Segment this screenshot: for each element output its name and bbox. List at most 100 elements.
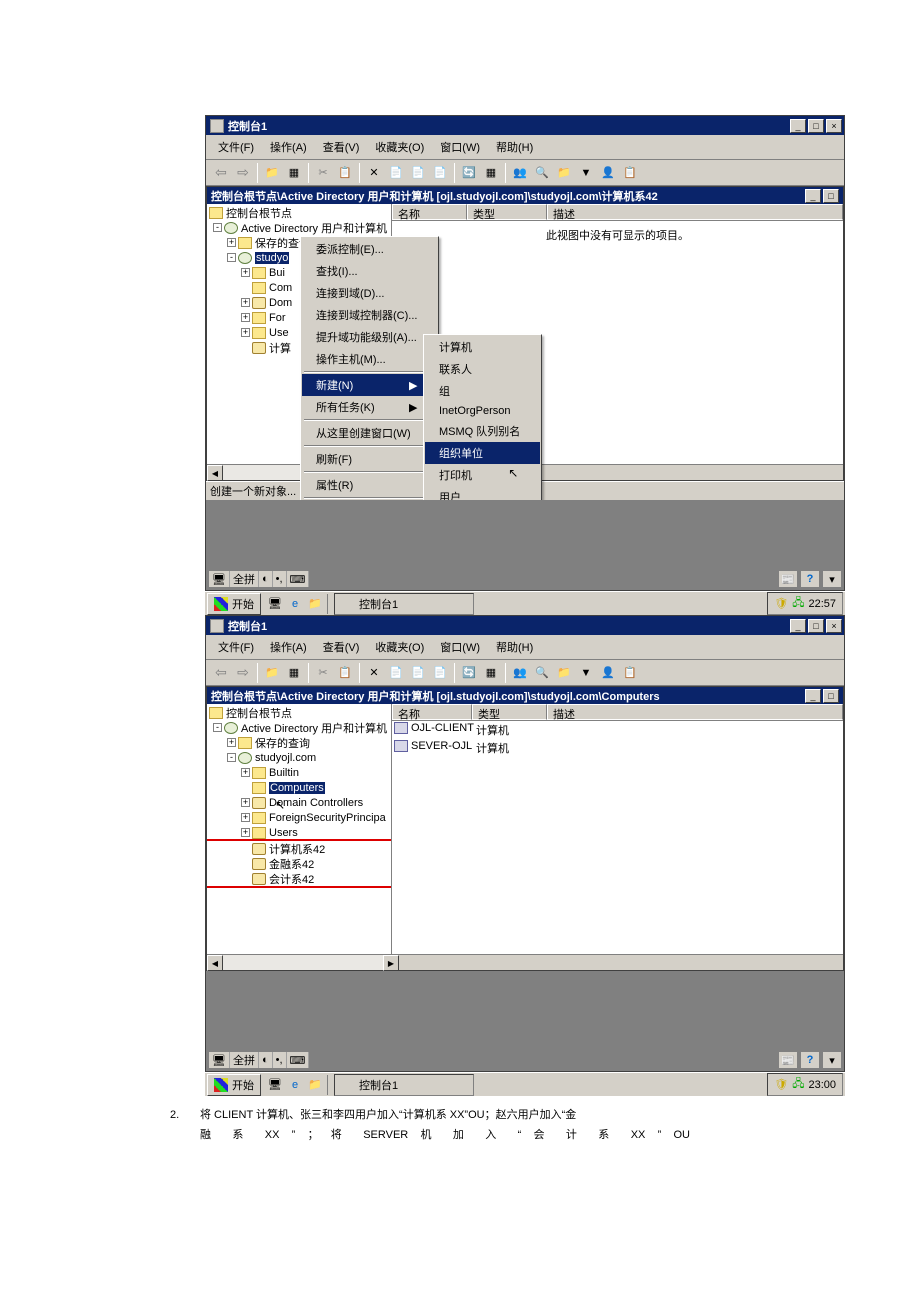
ime-half-icon[interactable]: ◐	[259, 1052, 273, 1068]
tree-ou3[interactable]: 会计系42	[269, 871, 314, 887]
task-button[interactable]: 控制台1	[334, 1074, 474, 1096]
tray-shield-icon[interactable]: 🛡	[774, 597, 788, 610]
list-pane[interactable]: 名称 类型 描述 OJL-CLIENT计算机 SEVER-OJL计算机	[392, 704, 843, 954]
tool-e[interactable]: 👤	[597, 162, 619, 184]
collapse-icon[interactable]: -	[213, 723, 222, 732]
expand-icon[interactable]: +	[227, 738, 236, 747]
forward-button[interactable]: ⇨	[232, 162, 254, 184]
ime-toolbar[interactable]: 🖥 全拼 ◐ •, ⌨	[208, 570, 310, 588]
tree-root[interactable]: 控制台根节点	[226, 205, 292, 221]
task-button[interactable]: 控制台1	[334, 593, 474, 615]
submenu-ou[interactable]: 组织单位	[425, 442, 540, 464]
tree-saved[interactable]: 保存的查询	[255, 735, 310, 751]
col-desc[interactable]: 描述	[547, 204, 843, 220]
menu-raise[interactable]: 提升域功能级别(A)...	[302, 326, 437, 348]
float-btn-c[interactable]: ▾	[822, 570, 842, 588]
col-desc[interactable]: 描述	[547, 704, 843, 720]
tray-shield-icon[interactable]: 🛡	[774, 1078, 788, 1091]
menu-file[interactable]: 文件(F)	[210, 637, 262, 657]
tool-c[interactable]: 📁	[553, 662, 575, 684]
menu-view[interactable]: 查看(V)	[315, 137, 368, 157]
tray-clock[interactable]: 23:00	[808, 1079, 836, 1091]
scroll-left-button[interactable]: ◀	[207, 955, 223, 971]
collapse-icon[interactable]: -	[227, 253, 236, 262]
tree-root[interactable]: 控制台根节点	[226, 705, 292, 721]
options-button[interactable]: ▦	[480, 662, 502, 684]
menu-newwindow[interactable]: 从这里创建窗口(W)	[302, 422, 437, 444]
tree-ou2[interactable]: 金融系42	[269, 856, 314, 872]
list-item[interactable]: OJL-CLIENT计算机	[392, 721, 843, 739]
tray-net-icon[interactable]: 🖧	[792, 1075, 804, 1094]
float-help-icon[interactable]: ?	[800, 1051, 820, 1069]
tool-d[interactable]: ▼	[575, 162, 597, 184]
tree-domain[interactable]: studyo	[255, 252, 289, 264]
ime-toolbar[interactable]: 🖥 全拼 ◐ •, ⌨	[208, 1051, 310, 1069]
up-button[interactable]: 📁	[261, 662, 283, 684]
minimize-button[interactable]: _	[790, 619, 806, 633]
menu-refresh[interactable]: 刷新(F)	[302, 448, 437, 470]
tree-computers[interactable]: Computers	[269, 782, 325, 794]
copy-button[interactable]: 📋	[334, 162, 356, 184]
tree-domain[interactable]: studyojl.com	[255, 752, 316, 764]
child-titlebar[interactable]: 控制台根节点\Active Directory 用户和计算机 [ojl.stud…	[207, 687, 843, 704]
list-item[interactable]: SEVER-OJL计算机	[392, 739, 843, 757]
refresh-button[interactable]: 🔄	[458, 662, 480, 684]
submenu-msmq[interactable]: MSMQ 队列别名	[425, 420, 540, 442]
expand-icon[interactable]: +	[241, 313, 250, 322]
submenu-contact[interactable]: 联系人	[425, 358, 540, 380]
menu-connect-domain[interactable]: 连接到域(D)...	[302, 282, 437, 304]
expand-icon[interactable]: +	[227, 238, 236, 247]
menu-alltasks[interactable]: 所有任务(K)▶	[302, 396, 437, 418]
menu-props[interactable]: 属性(R)	[302, 474, 437, 496]
cut-button[interactable]: ✂	[312, 162, 334, 184]
up-button[interactable]: 📁	[261, 162, 283, 184]
options-button[interactable]: ▦	[480, 162, 502, 184]
tray-net-icon[interactable]: 🖧	[792, 594, 804, 613]
tool-b[interactable]: 🔍	[531, 162, 553, 184]
ime-mode[interactable]: 全拼	[230, 571, 259, 587]
expand-icon[interactable]: +	[241, 268, 250, 277]
ime-mode[interactable]: 全拼	[230, 1052, 259, 1068]
child-titlebar[interactable]: 控制台根节点\Active Directory 用户和计算机 [ojl.stud…	[207, 187, 843, 204]
child-minimize-button[interactable]: _	[805, 689, 821, 703]
show-hide-button[interactable]: ▦	[283, 662, 305, 684]
col-name[interactable]: 名称	[392, 704, 472, 720]
close-button[interactable]: ×	[826, 619, 842, 633]
expand-icon[interactable]: +	[241, 768, 250, 777]
tree-for[interactable]: For	[269, 312, 286, 324]
tool-a[interactable]: 👥	[509, 662, 531, 684]
submenu-inetorgperson[interactable]: InetOrgPerson	[425, 402, 540, 420]
menu-view[interactable]: 查看(V)	[315, 637, 368, 657]
quick-ie-icon[interactable]: e	[286, 1076, 304, 1094]
expand-icon[interactable]: +	[241, 298, 250, 307]
h-scrollbar[interactable]: ◀ ▶	[207, 954, 843, 970]
system-tray[interactable]: 🛡 🖧 23:00	[767, 1073, 843, 1096]
menu-fav[interactable]: 收藏夹(O)	[367, 137, 432, 157]
expand-icon[interactable]: +	[241, 328, 250, 337]
tree-builtin[interactable]: Bui	[269, 267, 285, 279]
show-hide-button[interactable]: ▦	[283, 162, 305, 184]
ime-keyboard-icon[interactable]: ⌨	[287, 571, 310, 587]
help-button[interactable]: 📄	[429, 662, 451, 684]
export-button[interactable]: 📄	[407, 162, 429, 184]
copy-button[interactable]: 📋	[334, 662, 356, 684]
tool-a[interactable]: 👥	[509, 162, 531, 184]
quick-desktop-icon[interactable]: 🖥	[266, 1076, 284, 1094]
tree-aduc[interactable]: Active Directory 用户和计算机	[241, 720, 387, 736]
back-button[interactable]: ⇦	[210, 662, 232, 684]
refresh-button[interactable]: 🔄	[458, 162, 480, 184]
tree-users[interactable]: Users	[269, 827, 298, 839]
minimize-button[interactable]: _	[790, 119, 806, 133]
collapse-icon[interactable]: -	[213, 223, 222, 232]
menu-action[interactable]: 操作(A)	[262, 137, 315, 157]
maximize-button[interactable]: □	[808, 619, 824, 633]
menu-find[interactable]: 查找(I)...	[302, 260, 437, 282]
float-btn-a[interactable]: 📰	[778, 570, 798, 588]
menu-window[interactable]: 窗口(W)	[432, 637, 488, 657]
tree-builtin[interactable]: Builtin	[269, 767, 299, 779]
tree-pane[interactable]: 控制台根节点 -Active Directory 用户和计算机 +保存的查询 -…	[207, 704, 392, 954]
scroll-right-button[interactable]: ▶	[383, 955, 399, 971]
menu-file[interactable]: 文件(F)	[210, 137, 262, 157]
ime-logo-icon[interactable]: 🖥	[209, 571, 230, 587]
submenu-computer[interactable]: 计算机	[425, 336, 540, 358]
